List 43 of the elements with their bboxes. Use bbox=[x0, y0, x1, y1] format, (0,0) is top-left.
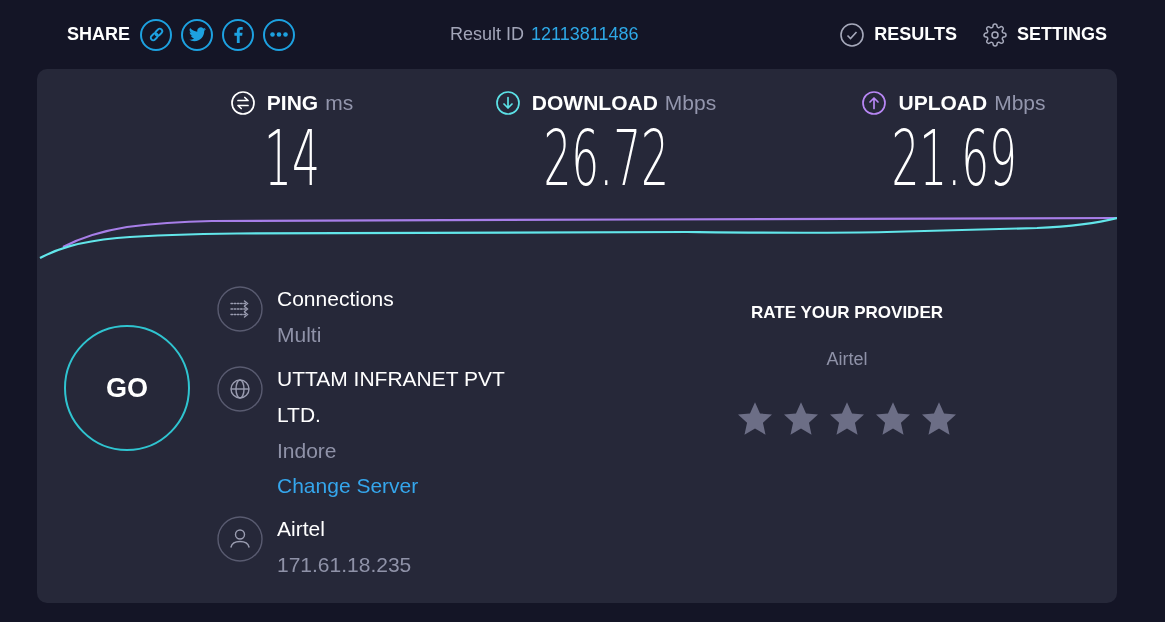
result-id-link[interactable]: 12113811486 bbox=[531, 21, 639, 48]
share-bird-button[interactable] bbox=[181, 18, 213, 51]
info-title: Connections bbox=[277, 286, 394, 312]
metric-label: PING bbox=[266, 91, 319, 115]
star-icon[interactable] bbox=[922, 402, 956, 435]
star-icon[interactable] bbox=[830, 402, 864, 435]
info-subtitle: Multi bbox=[277, 322, 322, 348]
change-server-link[interactable]: Change Server bbox=[277, 469, 419, 503]
metric-unit: ms bbox=[325, 91, 354, 115]
go-button[interactable]: GO bbox=[64, 325, 190, 451]
info-title: Airtel bbox=[277, 516, 325, 542]
metric-value: 26.72 bbox=[543, 120, 669, 197]
metric-label: DOWNLOAD bbox=[531, 91, 658, 115]
metric-label: UPLOAD bbox=[898, 91, 988, 115]
result-id-label: Result ID bbox=[450, 23, 525, 46]
provider-name: Airtel bbox=[826, 348, 868, 371]
metric-value: 21.69 bbox=[891, 120, 1017, 197]
info-subtitle: 171.61.18.235 bbox=[277, 552, 412, 578]
info-title: UTTAM INFRANET PVT LTD. bbox=[277, 366, 506, 428]
metric-unit: Mbps bbox=[994, 91, 1046, 115]
star-icon[interactable] bbox=[876, 402, 910, 435]
share-label: SHARE bbox=[67, 23, 130, 46]
star-icon[interactable] bbox=[738, 402, 772, 435]
results-button[interactable]: RESULTS bbox=[840, 21, 957, 48]
link-icon bbox=[147, 26, 165, 43]
dashed-arrows-icon bbox=[217, 286, 263, 332]
letter-f-icon bbox=[233, 26, 243, 43]
share-link-button[interactable] bbox=[140, 18, 172, 51]
settings-button[interactable]: SETTINGS bbox=[983, 21, 1107, 48]
person-icon bbox=[217, 516, 263, 562]
globe-icon bbox=[217, 366, 263, 412]
settings-icon bbox=[983, 22, 1007, 47]
share-more-button[interactable] bbox=[263, 18, 295, 51]
bird-icon bbox=[188, 26, 206, 43]
check-circle-icon bbox=[840, 22, 865, 47]
metric-unit: Mbps bbox=[664, 91, 717, 115]
star-icon[interactable] bbox=[784, 402, 818, 435]
rating-title: RATE YOUR PROVIDER bbox=[750, 302, 944, 324]
more-icon bbox=[270, 32, 288, 37]
metric-value: 14 bbox=[264, 120, 320, 197]
exchange-arrows-icon bbox=[230, 91, 255, 115]
info-subtitle: Indore bbox=[277, 438, 337, 464]
share-f-button[interactable] bbox=[222, 18, 254, 51]
